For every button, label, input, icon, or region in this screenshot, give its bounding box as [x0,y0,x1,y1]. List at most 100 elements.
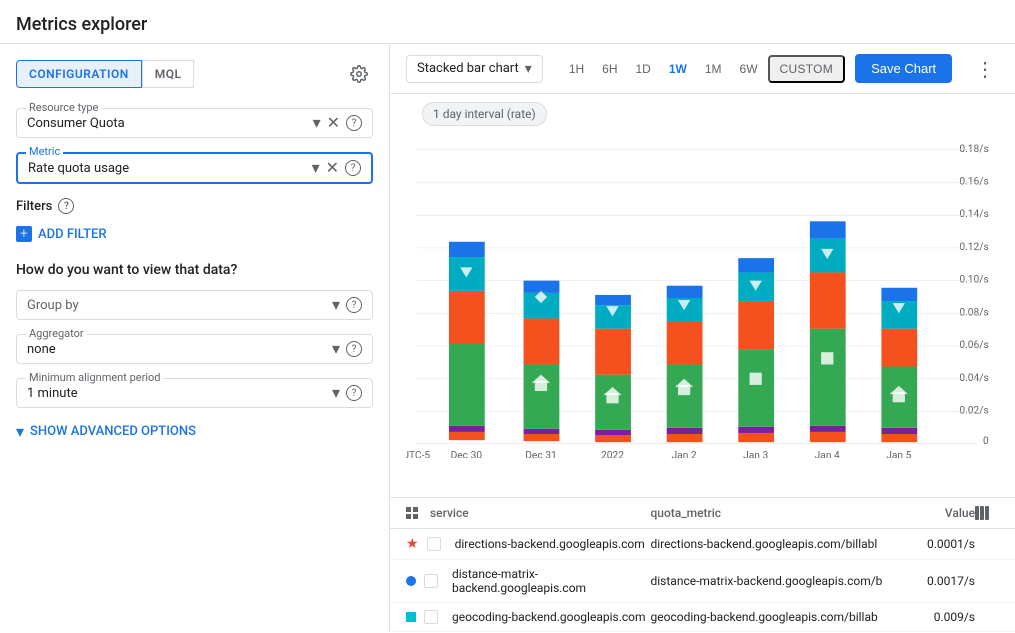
group-by-field[interactable]: Group by ▾ ? [16,290,373,320]
aggregator-group: Aggregator none ▾ ? [16,334,373,364]
right-panel: Stacked bar chart ▾ 1H 6H 1D 1W 1M 6W CU… [390,44,1015,632]
metric-value: Rate quota usage [28,161,306,176]
left-panel: CONFIGURATION MQL Resource type Consumer… [0,44,390,632]
group-by-dropdown-icon[interactable]: ▾ [332,297,340,313]
metric-clear-icon[interactable]: ✕ [326,160,339,176]
resource-type-value: Consumer Quota [27,116,307,131]
group-by-value: Group by [27,298,173,313]
svg-text:0.10/s: 0.10/s [959,275,988,286]
service-col-header: service [406,506,651,520]
metric-help-icon[interactable]: ? [345,160,361,176]
resource-type-help-icon[interactable]: ? [346,115,362,131]
svg-text:Jan 2: Jan 2 [672,451,697,458]
min-alignment-dropdown-icon[interactable]: ▾ [332,385,340,401]
time-btn-1m[interactable]: 1M [697,57,730,81]
metric-label: Metric [26,145,63,158]
quota-header-label: quota_metric [651,506,722,520]
svg-text:2022: 2022 [601,451,624,458]
resource-type-label: Resource type [26,101,101,114]
resource-type-group: Resource type Consumer Quota ▾ ✕ ? [16,108,373,138]
aggregator-label: Aggregator [26,327,87,340]
table-grid-icon [406,507,418,519]
table-row: geocoding-backend.googleapis.com geocodi… [390,603,1015,632]
time-btn-6h[interactable]: 6H [594,57,625,81]
row-3-service: geocoding-backend.googleapis.com [406,610,651,624]
row-1-value: 0.0001/s [895,537,975,551]
metric-field[interactable]: Rate quota usage ▾ ✕ ? [16,152,373,184]
tab-configuration[interactable]: CONFIGURATION [16,60,142,88]
svg-text:UTC-5: UTC-5 [406,451,430,458]
interval-badge: 1 day interval (rate) [422,102,547,126]
add-filter-plus-icon: + [16,226,32,242]
star-icon: ★ [406,536,419,552]
svg-text:0.18/s: 0.18/s [959,144,988,155]
row-1-checkbox[interactable] [427,537,441,551]
row-1-quota: directions-backend.googleapis.com/billab… [651,537,896,551]
chart-type-selector[interactable]: Stacked bar chart ▾ [406,55,543,83]
tabs: CONFIGURATION MQL [16,60,373,88]
row-2-checkbox[interactable] [424,574,438,588]
row-3-quota: geocoding-backend.googleapis.com/billab [651,610,896,624]
row-2-dot [406,576,416,586]
value-col-header: Value [895,506,975,520]
row-1-service: ★ directions-backend.googleapis.com [406,536,651,552]
filters-label: Filters [16,199,52,214]
save-chart-button[interactable]: Save Chart [855,54,952,83]
row-3-quota-value: geocoding-backend.googleapis.com/billab [651,610,878,624]
chart-type-label: Stacked bar chart [417,61,519,76]
time-buttons: 1H 6H 1D 1W 1M 6W CUSTOM [561,55,845,83]
min-alignment-value: 1 minute [27,386,173,401]
resource-type-clear-icon[interactable]: ✕ [327,115,340,131]
filters-section: Filters ? + ADD FILTER [16,198,373,246]
row-2-value: 0.0017/s [895,574,975,588]
min-alignment-group: Minimum alignment period 1 minute ▾ ? [16,378,373,408]
filters-header: Filters ? [16,198,373,214]
add-filter-button[interactable]: + ADD FILTER [16,222,373,246]
svg-text:Jan 4: Jan 4 [815,451,840,458]
column-chooser-icon[interactable] [975,506,999,520]
row-3-value-display: 0.009/s [934,610,975,624]
aggregator-value: none [27,342,173,357]
time-btn-1w[interactable]: 1W [661,57,695,81]
row-2-quota-value: distance-matrix-backend.googleapis.com/b [651,574,883,588]
svg-text:Dec 31: Dec 31 [525,451,557,458]
vis-col-header [975,506,999,520]
svg-text:0.02/s: 0.02/s [959,406,988,417]
row-3-value: 0.009/s [895,610,975,624]
metric-dropdown-icon[interactable]: ▾ [312,160,320,176]
chart-svg: 0.18/s 0.16/s 0.14/s 0.12/s 0.10/s 0.08/… [406,138,999,458]
time-btn-6w[interactable]: 6W [732,57,766,81]
table-row: distance-matrix-backend.googleapis.com d… [390,560,1015,603]
row-1-service-value: directions-backend.googleapis.com [455,537,645,551]
interval-badge-container: 1 day interval (rate) [390,94,1015,138]
time-btn-custom[interactable]: CUSTOM [768,55,846,83]
chart-toolbar: Stacked bar chart ▾ 1H 6H 1D 1W 1M 6W CU… [390,44,1015,94]
aggregator-help-icon[interactable]: ? [346,341,362,357]
table-row: ★ directions-backend.googleapis.com dire… [390,529,1015,560]
tab-mql[interactable]: MQL [142,60,195,88]
row-2-service: distance-matrix-backend.googleapis.com [406,567,651,595]
svg-text:Jan 3: Jan 3 [743,451,768,458]
svg-text:0.06/s: 0.06/s [959,340,988,351]
svg-text:Dec 30: Dec 30 [451,451,483,458]
chevron-down-icon: ▾ [16,422,24,441]
settings-icon[interactable] [345,60,373,88]
time-btn-1h[interactable]: 1H [561,57,592,81]
time-btn-1d[interactable]: 1D [628,57,659,81]
svg-text:0.14/s: 0.14/s [959,209,988,220]
more-options-icon[interactable]: ⋮ [971,57,999,81]
row-1-quota-value: directions-backend.googleapis.com/billab… [651,537,878,551]
svg-text:0.12/s: 0.12/s [959,242,988,253]
aggregator-dropdown-icon[interactable]: ▾ [332,341,340,357]
row-3-checkbox[interactable] [424,610,438,624]
filters-help-icon[interactable]: ? [58,198,74,214]
quota-col-header: quota_metric [651,506,896,520]
resource-type-dropdown-icon[interactable]: ▾ [313,115,321,131]
show-advanced-button[interactable]: ▾ SHOW ADVANCED OPTIONS [16,422,373,441]
group-by-help-icon[interactable]: ? [346,297,362,313]
min-alignment-help-icon[interactable]: ? [346,385,362,401]
svg-text:0.16/s: 0.16/s [959,177,988,188]
min-alignment-label: Minimum alignment period [26,371,163,384]
chart-area: 0.18/s 0.16/s 0.14/s 0.12/s 0.10/s 0.08/… [390,138,1015,493]
svg-text:0.08/s: 0.08/s [959,307,988,318]
